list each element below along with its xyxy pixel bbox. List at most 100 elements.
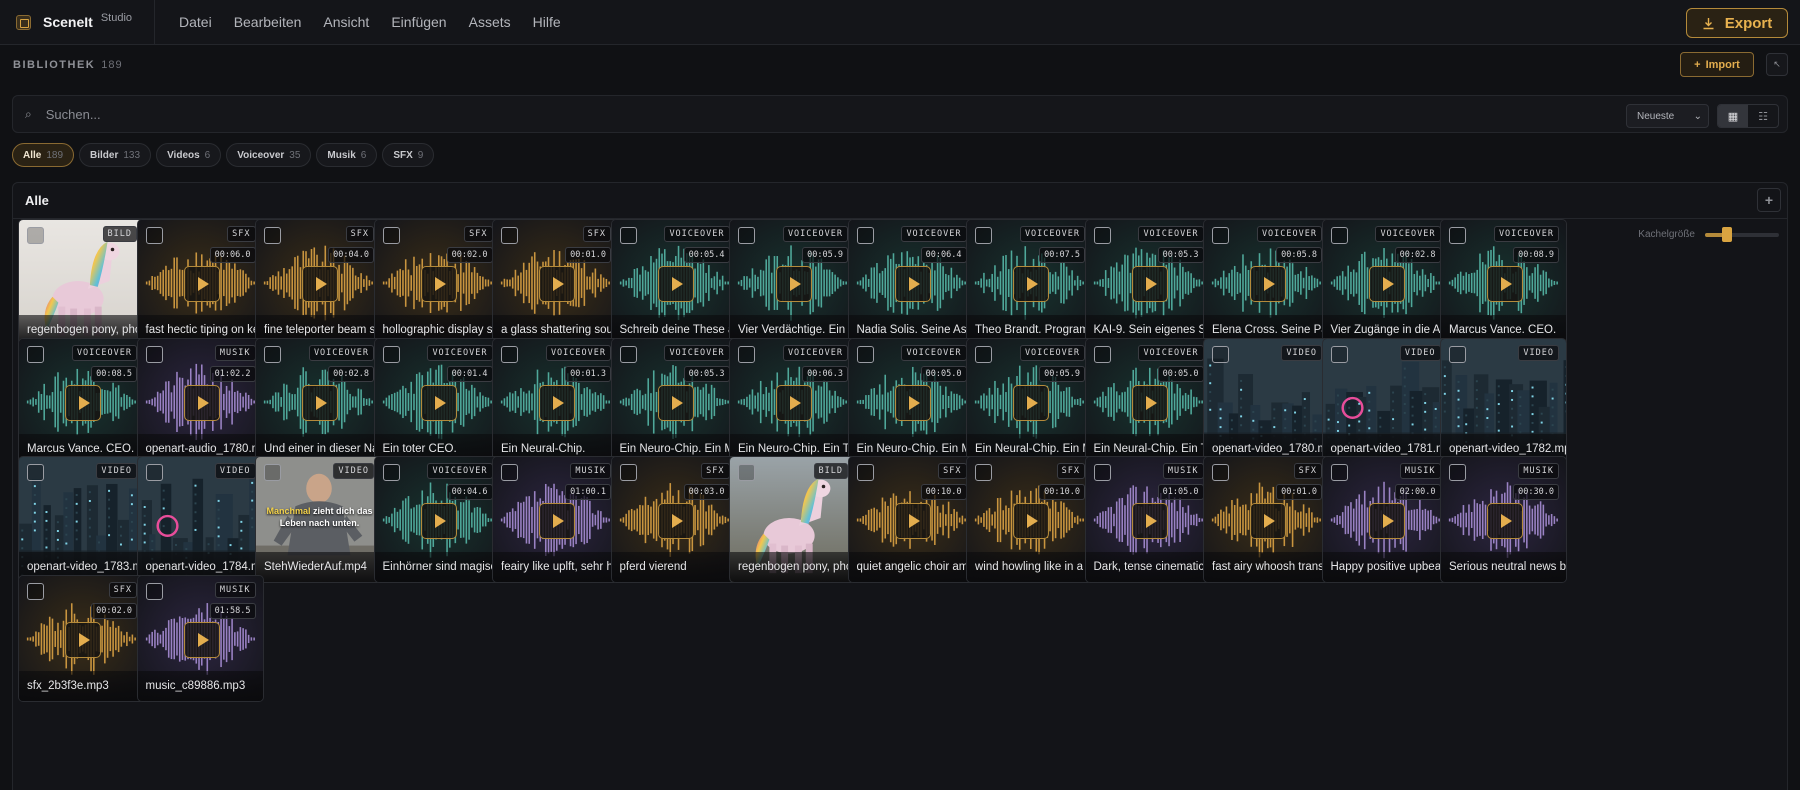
menu-datei[interactable]: Datei — [179, 14, 212, 30]
asset-tile[interactable]: VIDEO openart-video_1784.mp4 — [136, 456, 264, 583]
tile-checkbox[interactable] — [145, 582, 163, 600]
tile-checkbox[interactable] — [856, 345, 874, 363]
asset-tile[interactable]: VOICEOVER 00:01.3 Ein Neural-Chip. — [492, 337, 619, 465]
play-button[interactable] — [1487, 266, 1523, 302]
tile-checkbox[interactable] — [145, 345, 163, 363]
asset-tile[interactable]: MUSIK 01:05.0 Dark, tense cinematic score — [1084, 456, 1212, 583]
asset-tile[interactable]: VOICEOVER 00:05.4 Schreib deine These auf. — [610, 219, 738, 346]
menu-einfuegen[interactable]: Einfügen — [391, 14, 446, 30]
play-button[interactable] — [657, 266, 694, 302]
play-button[interactable] — [1013, 266, 1049, 302]
play-button[interactable] — [183, 266, 220, 302]
asset-tile[interactable]: SFX 00:10.0 wind howling like in a storm — [966, 456, 1093, 583]
play-button[interactable] — [420, 384, 457, 421]
grid-view-button[interactable]: ▦ — [1718, 105, 1748, 127]
play-button[interactable] — [183, 621, 220, 658]
asset-tile[interactable]: VOICEOVER 00:01.4 Ein toter CEO. — [373, 337, 501, 465]
tile-checkbox[interactable] — [501, 464, 518, 481]
play-button[interactable] — [302, 266, 338, 302]
tile-checkbox[interactable] — [1093, 345, 1111, 363]
asset-tile[interactable]: BILD regenbogen pony, photorealistic — [729, 456, 856, 583]
play-button[interactable] — [1131, 266, 1168, 302]
tile-checkbox[interactable] — [1449, 464, 1466, 481]
play-button[interactable] — [1131, 384, 1168, 421]
asset-tile[interactable]: VIDEO openart-video_1780.mp4 — [1203, 337, 1330, 465]
filter-musik[interactable]: Musik 6 — [316, 143, 378, 167]
play-button[interactable] — [776, 266, 812, 302]
asset-tile[interactable]: VIDEO openart-video_1782.mp4 — [1440, 337, 1567, 465]
menu-ansicht[interactable]: Ansicht — [323, 14, 369, 30]
play-button[interactable] — [1250, 503, 1286, 539]
play-button[interactable] — [539, 503, 575, 539]
tile-checkbox[interactable] — [738, 227, 755, 244]
tile-checkbox[interactable] — [1330, 464, 1348, 481]
asset-tile[interactable]: VOICEOVER00:06.3Ein Neuro-Chip. Ein Täte… — [729, 337, 856, 465]
play-button[interactable] — [1013, 384, 1049, 421]
tile-checkbox[interactable] — [1212, 345, 1229, 363]
tile-checkbox[interactable] — [145, 227, 163, 244]
tile-checkbox[interactable] — [975, 464, 992, 481]
tile-checkbox[interactable] — [738, 464, 755, 481]
asset-tile[interactable]: VOICEOVER00:05.9Ein Neural-Chip. Ein Mor… — [966, 337, 1093, 465]
asset-tile[interactable]: VOICEOVER00:06.4Nadia Solis. Seine Assis… — [847, 219, 975, 346]
asset-tile[interactable]: VOICEOVER 00:04.6 Einhörner sind magisch. — [373, 456, 501, 583]
asset-tile[interactable]: VOICEOVER 00:08.9 Marcus Vance. CEO. — [1440, 219, 1567, 346]
tile-checkbox[interactable] — [27, 582, 44, 600]
asset-tile[interactable]: VOICEOVER00:05.0Ein Neural-Chip. Ein Tät… — [1084, 337, 1212, 465]
asset-tile[interactable]: MUSIK 01:58.5 music_c89886.mp3 — [136, 574, 264, 702]
tile-checkbox[interactable] — [1449, 345, 1466, 363]
tile-checkbox[interactable] — [619, 464, 637, 481]
tile-checkbox[interactable] — [382, 227, 400, 244]
tile-checkbox[interactable] — [382, 345, 400, 363]
play-button[interactable] — [420, 266, 457, 302]
list-view-button[interactable]: ☷ — [1748, 105, 1778, 127]
play-button[interactable] — [1250, 266, 1286, 302]
play-button[interactable] — [65, 621, 101, 658]
filter-bilder[interactable]: Bilder 133 — [79, 143, 152, 167]
menu-hilfe[interactable]: Hilfe — [533, 14, 561, 30]
filter-alle[interactable]: Alle 189 — [12, 143, 75, 167]
tile-checkbox[interactable] — [27, 464, 44, 481]
asset-tile[interactable]: VOICEOVER00:05.0Ein Neuro-Chip. Ein Moti… — [847, 337, 975, 465]
tile-checkbox[interactable] — [738, 345, 755, 363]
sort-select[interactable]: Neueste ⌄ — [1626, 104, 1709, 128]
asset-tile[interactable]: SFX00:04.0fine teleporter beam sound — [255, 219, 382, 346]
asset-tile[interactable]: MUSIK 01:02.2 openart-audio_1780.mp3 — [136, 337, 264, 465]
play-button[interactable] — [65, 384, 101, 421]
tile-checkbox[interactable] — [264, 464, 281, 481]
asset-tile[interactable]: MUSIK 02:00.0 Happy positive upbeat pop — [1321, 456, 1449, 583]
asset-tile[interactable]: VOICEOVER00:05.8Elena Cross. Seine Partn… — [1203, 219, 1330, 346]
tile-checkbox[interactable] — [27, 227, 44, 244]
asset-tile[interactable]: VIDEO Manchmal zieht dich das Leben nach … — [255, 456, 382, 583]
asset-tile[interactable]: VOICEOVER00:05.3Ein Neuro-Chip. Ein Mord… — [610, 337, 738, 465]
tile-checkbox[interactable] — [501, 345, 518, 363]
play-button[interactable] — [420, 503, 457, 539]
asset-tile[interactable]: SFX 00:03.0 pferd vierend — [610, 456, 738, 583]
add-folder-button[interactable]: + — [1757, 188, 1781, 212]
asset-tile[interactable]: VIDEO openart-video_1783.mp4 — [18, 456, 145, 583]
asset-tile[interactable]: VOICEOVER 00:08.5 Marcus Vance. CEO. — [18, 337, 145, 465]
tile-checkbox[interactable] — [856, 227, 874, 244]
asset-tile[interactable]: VOICEOVER00:05.9Vier Verdächtige. Ein Mo… — [729, 219, 856, 346]
tile-checkbox[interactable] — [619, 345, 637, 363]
play-button[interactable] — [894, 503, 931, 539]
tile-checkbox[interactable] — [27, 345, 44, 363]
tile-checkbox[interactable] — [1449, 227, 1466, 244]
export-button[interactable]: Export — [1686, 8, 1788, 38]
asset-tile[interactable]: MUSIK 00:30.0 Serious neutral news bed — [1440, 456, 1567, 583]
asset-tile[interactable]: SFX 00:02.0 sfx_2b3f3e.mp3 — [18, 574, 145, 702]
tile-checkbox[interactable] — [1212, 227, 1229, 244]
play-button[interactable] — [776, 384, 812, 421]
asset-tile[interactable]: MUSIK 01:00.1 feairy like uplft, sehr hell — [492, 456, 619, 583]
play-button[interactable] — [1131, 503, 1168, 539]
asset-tile[interactable]: SFX 00:10.0 quiet angelic choir ambience — [847, 456, 975, 583]
play-button[interactable] — [539, 266, 575, 302]
asset-tile[interactable]: VIDEO openart-video_1781.mp4 — [1321, 337, 1449, 465]
tile-checkbox[interactable] — [1093, 464, 1111, 481]
asset-tile[interactable]: VOICEOVER 00:02.8 Vier Zugänge in die Akte… — [1321, 219, 1449, 346]
play-button[interactable] — [657, 503, 694, 539]
tile-checkbox[interactable] — [264, 345, 281, 363]
tile-size-slider[interactable] — [1705, 226, 1779, 242]
play-button[interactable] — [302, 384, 338, 421]
play-button[interactable] — [1487, 503, 1523, 539]
